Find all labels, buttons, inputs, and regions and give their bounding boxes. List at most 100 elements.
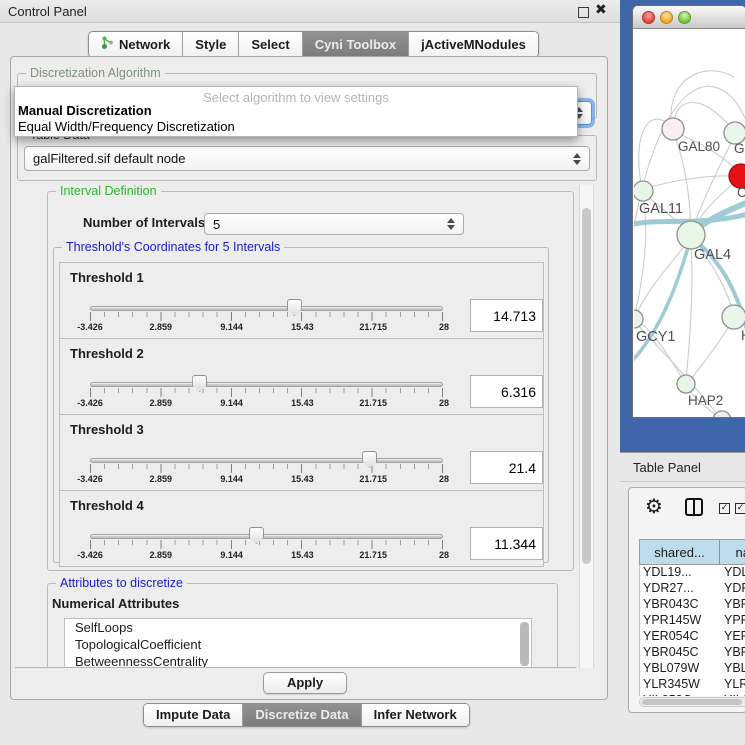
- table-row[interactable]: YBR045C YBR0: [640, 645, 745, 661]
- minimize-traffic-icon[interactable]: [660, 11, 673, 24]
- slider-track[interactable]: [90, 382, 443, 387]
- network-node[interactable]: [662, 118, 684, 140]
- numerical-attributes-list[interactable]: SelfLoops TopologicalCoefficient Between…: [64, 618, 532, 668]
- threshold-panel: Threshold 2 -3.4262.8599.14415.4321.7152…: [59, 338, 544, 415]
- table-row[interactable]: YIL052C YIL0: [640, 693, 745, 696]
- column-header-name[interactable]: na: [720, 540, 745, 564]
- table-cell[interactable]: YBL0: [720, 661, 745, 677]
- table-cell[interactable]: YIL0: [720, 693, 745, 696]
- slider-tick-value: 2.859: [150, 322, 173, 332]
- list-item[interactable]: TopologicalCoefficient: [65, 636, 531, 653]
- tab-impute-label: Impute Data: [156, 707, 230, 722]
- table-row[interactable]: YPR145W YPR1: [640, 613, 745, 629]
- tab-cyni-toolbox[interactable]: Cyni Toolbox: [303, 32, 409, 57]
- checkbox-icon[interactable]: ✓: [719, 503, 730, 514]
- popup-item-equal-width[interactable]: Equal Width/Frequency Discretization: [15, 119, 577, 135]
- table-cell[interactable]: YLR3: [720, 677, 745, 693]
- threshold-slider[interactable]: -3.4262.8599.14415.4321.71528: [90, 527, 444, 563]
- table-row[interactable]: YLR345W YLR3: [640, 677, 745, 693]
- table-cell[interactable]: YIL052C: [640, 693, 720, 696]
- table-cell[interactable]: YPR1: [720, 613, 745, 629]
- close-traffic-icon[interactable]: [642, 11, 655, 24]
- slider-tick-value: -3.426: [77, 398, 103, 408]
- slider-tick-value: 28: [439, 398, 449, 408]
- top-tab-strip: Network Style Select Cyni Toolbox jActiv…: [88, 31, 539, 58]
- slider-track[interactable]: [90, 306, 443, 311]
- threshold-value-field[interactable]: [470, 527, 543, 560]
- network-node[interactable]: [677, 221, 705, 249]
- table-cell[interactable]: YER054C: [640, 629, 720, 645]
- table-cell[interactable]: YDR2: [720, 581, 745, 597]
- network-node[interactable]: [677, 375, 695, 393]
- threshold-slider[interactable]: -3.4262.8599.14415.4321.71528: [90, 375, 444, 411]
- table-row[interactable]: YBL079W YBL0: [640, 661, 745, 677]
- table-cell[interactable]: YER0: [720, 629, 745, 645]
- table-cell[interactable]: YDL1: [720, 565, 745, 581]
- tab-discretize-data[interactable]: Discretize Data: [243, 704, 361, 726]
- tab-impute-data[interactable]: Impute Data: [144, 704, 243, 726]
- slider-tick-value: 21.715: [359, 322, 387, 332]
- tab-style[interactable]: Style: [183, 32, 239, 57]
- table-cell[interactable]: YBR0: [720, 597, 745, 613]
- popup-item-manual[interactable]: Manual Discretization: [15, 103, 577, 119]
- table-cell[interactable]: YBR043C: [640, 597, 720, 613]
- split-columns-icon[interactable]: [685, 498, 703, 516]
- tab-select[interactable]: Select: [239, 32, 302, 57]
- slider-tick-labels: -3.4262.8599.14415.4321.71528: [90, 474, 444, 486]
- slider-track[interactable]: [90, 534, 443, 539]
- tab-infer-network[interactable]: Infer Network: [362, 704, 469, 726]
- table-horizontal-scrollbar[interactable]: [639, 697, 745, 707]
- gear-icon[interactable]: ⚙: [645, 494, 663, 518]
- table-cell[interactable]: YBR045C: [640, 645, 720, 661]
- column-header-shared-name[interactable]: shared...: [640, 540, 720, 564]
- table-cell[interactable]: YLR345W: [640, 677, 720, 693]
- table-data-combobox[interactable]: galFiltered.sif default node: [24, 146, 590, 171]
- stepper-arrows-icon: [447, 218, 456, 230]
- slider-track[interactable]: [90, 458, 443, 463]
- table-panel: ⚙ ✓ ✓ shared... na YDL19... YDL1 YDR27..…: [628, 487, 745, 713]
- table-row[interactable]: YDL19... YDL1: [640, 565, 745, 581]
- table-row[interactable]: YBR043C YBR0: [640, 597, 745, 613]
- float-window-icon[interactable]: [578, 7, 589, 18]
- main-scrollbar[interactable]: [579, 185, 594, 668]
- apply-button[interactable]: Apply: [263, 672, 347, 694]
- table-cell[interactable]: YDR27...: [640, 581, 720, 597]
- tab-network-label: Network: [119, 37, 170, 52]
- network-node[interactable]: [634, 181, 653, 201]
- table-cell[interactable]: YPR145W: [640, 613, 720, 629]
- table-body[interactable]: YDL19... YDL1 YDR27... YDR2 YBR043C YBR0…: [639, 565, 745, 696]
- node-label: GAL11: [639, 201, 683, 217]
- slider-tick-value: 21.715: [359, 398, 387, 408]
- threshold-value-field[interactable]: [470, 451, 543, 484]
- table-cell[interactable]: YBL079W: [640, 661, 720, 677]
- slider-ticks: [90, 312, 444, 321]
- network-node[interactable]: [634, 310, 643, 328]
- network-node-labels: GAL80 G C GAL11 GAL4 GCY1 H HAP2: [636, 139, 745, 408]
- network-window-titlebar[interactable]: [633, 6, 745, 29]
- network-node[interactable]: [722, 305, 745, 329]
- threshold-slider[interactable]: -3.4262.8599.14415.4321.71528: [90, 451, 444, 487]
- tab-network[interactable]: Network: [89, 32, 183, 57]
- threshold-slider[interactable]: -3.4262.8599.14415.4321.71528: [90, 299, 444, 335]
- table-cell[interactable]: YBR0: [720, 645, 745, 661]
- close-icon[interactable]: ✖: [595, 2, 607, 18]
- tab-jactivemnodules[interactable]: jActiveMNodules: [409, 32, 538, 57]
- table-cell[interactable]: YDL19...: [640, 565, 720, 581]
- stepper-arrows-icon: [573, 153, 582, 165]
- threshold-value-field[interactable]: [470, 375, 543, 408]
- tab-discretize-label: Discretize Data: [255, 707, 348, 722]
- table-horizontal-scrollbar-thumb[interactable]: [642, 699, 742, 705]
- threshold-value-field[interactable]: [470, 299, 543, 332]
- number-of-intervals-combobox[interactable]: 5: [204, 213, 464, 235]
- slider-tick-value: 15.43: [291, 322, 314, 332]
- main-scrollbar-thumb[interactable]: [582, 208, 591, 564]
- table-row[interactable]: YDR27... YDR2: [640, 581, 745, 597]
- list-item[interactable]: SelfLoops: [65, 619, 531, 636]
- zoom-traffic-icon[interactable]: [678, 11, 691, 24]
- attributes-group: Attributes to discretize Numerical Attri…: [47, 583, 558, 668]
- list-item[interactable]: BetweennessCentrality: [65, 653, 531, 668]
- table-row[interactable]: YER054C YER0: [640, 629, 745, 645]
- checkbox-icon[interactable]: ✓: [735, 503, 745, 514]
- list-scrollbar-thumb[interactable]: [520, 622, 529, 666]
- network-canvas[interactable]: GAL80 G C GAL11 GAL4 GCY1 H HAP2: [634, 29, 745, 418]
